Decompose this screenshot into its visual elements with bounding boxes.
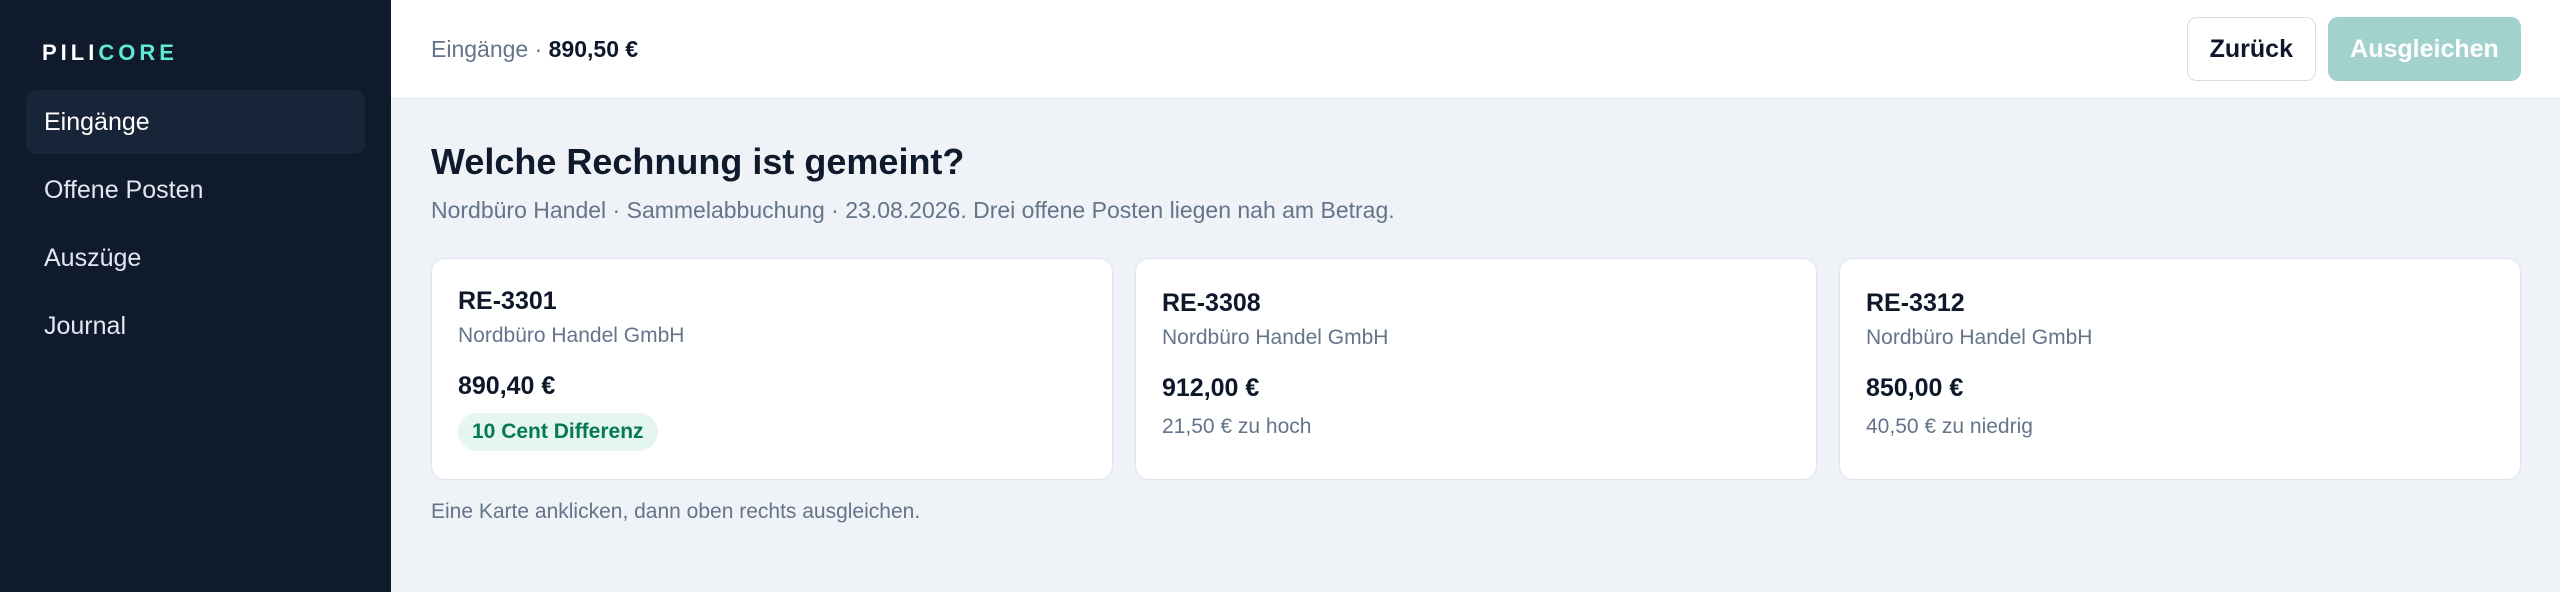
invoice-cards: RE-3301 Nordbüro Handel GmbH 890,40 € 10… [431,258,2521,480]
page-title: Welche Rechnung ist gemeint? [431,141,965,182]
page-subtitle: Nordbüro Handel · Sammelabbuchung · 23.0… [431,197,1395,223]
breadcrumb-amount: 890,50 € [548,35,639,62]
sidebar-item-auszuege[interactable]: Auszüge [26,226,365,290]
invoice-amount: 912,00 € [1162,374,1260,402]
invoice-card[interactable]: RE-3308 Nordbüro Handel GmbH 912,00 € 21… [1135,258,1817,480]
invoice-amount: 850,00 € [1866,374,1964,402]
hint-text: Eine Karte anklicken, dann oben rechts a… [431,500,921,523]
invoice-company: Nordbüro Handel GmbH [458,324,685,347]
invoice-card[interactable]: RE-3301 Nordbüro Handel GmbH 890,40 € 10… [431,258,1113,480]
invoice-card[interactable]: RE-3312 Nordbüro Handel GmbH 850,00 € 40… [1839,258,2521,480]
invoice-amount: 890,40 € [458,372,556,400]
invoice-id: RE-3301 [458,287,557,315]
invoice-id: RE-3308 [1162,289,1261,317]
sidebar-item-journal[interactable]: Journal [26,294,365,358]
brand-logo: PILICORE [26,40,365,66]
back-button[interactable]: Zurück [2186,17,2316,81]
difference-note: 21,50 € zu hoch [1162,415,1312,438]
content: Welche Rechnung ist gemeint? Nordbüro Ha… [391,99,2560,524]
sidebar-item-offene-posten[interactable]: Offene Posten [26,158,365,222]
invoice-id: RE-3312 [1866,289,1965,317]
main-area: Eingänge · 890,50 € Zurück Ausgleichen W… [391,0,2560,592]
sidebar-nav: Eingänge Offene Posten Auszüge Journal [26,90,365,358]
invoice-company: Nordbüro Handel GmbH [1162,326,1389,349]
invoice-company: Nordbüro Handel GmbH [1866,326,2093,349]
sidebar: PILICORE Eingänge Offene Posten Auszüge … [0,0,391,592]
brand-logo-part1: PILI [42,40,99,65]
difference-badge: 10 Cent Differenz [458,413,658,451]
difference-note: 40,50 € zu niedrig [1866,415,2033,438]
header-actions: Zurück Ausgleichen [2186,17,2521,81]
apply-button[interactable]: Ausgleichen [2328,17,2521,81]
topbar: Eingänge · 890,50 € Zurück Ausgleichen [391,0,2560,99]
brand-logo-part2: CORE [98,40,178,65]
breadcrumb: Eingänge · 890,50 € [431,36,638,63]
app-root: PILICORE Eingänge Offene Posten Auszüge … [0,0,2560,592]
sidebar-item-eingaenge[interactable]: Eingänge [26,90,365,154]
breadcrumb-label: Eingänge · [431,35,549,62]
